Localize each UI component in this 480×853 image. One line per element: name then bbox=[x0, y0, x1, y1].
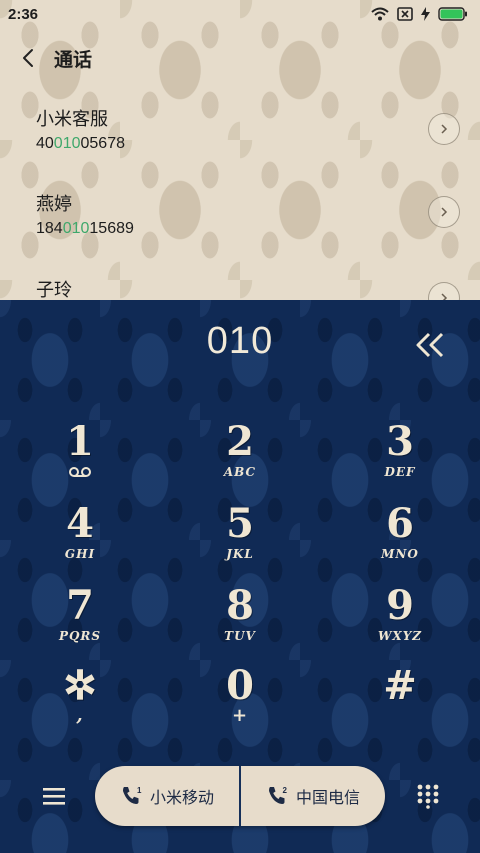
back-button[interactable] bbox=[4, 38, 52, 78]
key-star[interactable]: ✲ , bbox=[25, 664, 135, 736]
status-time: 2:36 bbox=[8, 5, 39, 23]
chevron-left-icon bbox=[23, 49, 33, 67]
key-1[interactable]: 1 bbox=[25, 420, 135, 492]
key-0[interactable]: 0 + bbox=[185, 664, 295, 736]
key-8[interactable]: 8 TUV bbox=[185, 584, 295, 656]
call-sim1-button[interactable]: 1 小米移动 bbox=[95, 766, 239, 826]
chevron-right-icon bbox=[441, 293, 448, 300]
hamburger-menu-icon bbox=[43, 788, 65, 805]
number-match: 010 bbox=[62, 220, 90, 237]
call-buttons: 1 小米移动 2 中国电信 bbox=[95, 766, 385, 826]
contact-name: 燕婷 bbox=[36, 194, 72, 215]
sim1-label: 小米移动 bbox=[149, 788, 214, 807]
wifi-icon bbox=[371, 7, 389, 21]
bottom-bar: 1 小米移动 2 中国电信 bbox=[0, 766, 480, 826]
number-match: 010 bbox=[53, 135, 81, 152]
key-3[interactable]: 3 DEF bbox=[345, 420, 455, 492]
contact-item[interactable]: 子玲 bbox=[0, 276, 480, 300]
key-5[interactable]: 5 JKL bbox=[185, 502, 295, 574]
svg-text:2: 2 bbox=[282, 786, 287, 795]
chevron-right-icon bbox=[441, 207, 448, 217]
chevron-right-icon bbox=[441, 124, 448, 134]
page-title: 通话 bbox=[54, 48, 93, 71]
header: 通话 bbox=[0, 38, 480, 78]
key-9[interactable]: 9 WXYZ bbox=[345, 584, 455, 656]
contact-number: 4001005678 bbox=[36, 135, 125, 152]
contact-name: 小米客服 bbox=[36, 109, 108, 130]
key-hash[interactable]: # bbox=[345, 664, 455, 736]
phone-sim2-icon: 2 bbox=[268, 786, 287, 804]
contact-item[interactable]: 小米客服 4001005678 bbox=[0, 105, 480, 195]
key-2[interactable]: 2 ABC bbox=[185, 420, 295, 492]
contact-detail-button[interactable] bbox=[428, 113, 460, 145]
contact-detail-button[interactable] bbox=[428, 282, 460, 300]
contacts-panel: 2:36 通话 小米客服 4001005678 燕婷 18401015689 子… bbox=[0, 0, 480, 300]
key-6[interactable]: 6 MNO bbox=[345, 502, 455, 574]
menu-button[interactable] bbox=[38, 782, 70, 810]
contact-item[interactable]: 燕婷 18401015689 bbox=[0, 190, 480, 280]
sim2-label: 中国电信 bbox=[295, 788, 360, 807]
no-sim-icon bbox=[397, 7, 413, 21]
charging-icon bbox=[421, 7, 430, 21]
status-icons bbox=[371, 7, 468, 21]
battery-icon bbox=[438, 7, 467, 21]
keypad-icon bbox=[417, 784, 439, 809]
contact-detail-button[interactable] bbox=[428, 196, 460, 228]
dialed-number[interactable]: 010 bbox=[0, 320, 480, 363]
key-7[interactable]: 7 PQRS bbox=[25, 584, 135, 656]
keypad-toggle-button[interactable] bbox=[412, 780, 444, 812]
phone-sim1-icon: 1 bbox=[122, 786, 142, 804]
contact-name: 子玲 bbox=[36, 280, 72, 300]
key-4[interactable]: 4 GHI bbox=[25, 502, 135, 574]
svg-text:1: 1 bbox=[137, 786, 142, 795]
call-sim2-button[interactable]: 2 中国电信 bbox=[241, 766, 385, 826]
status-bar: 2:36 bbox=[0, 0, 480, 28]
delete-button[interactable] bbox=[410, 328, 450, 362]
double-chevron-left-icon bbox=[416, 332, 444, 358]
voicemail-icon bbox=[69, 467, 91, 477]
contact-number: 18401015689 bbox=[36, 220, 134, 237]
